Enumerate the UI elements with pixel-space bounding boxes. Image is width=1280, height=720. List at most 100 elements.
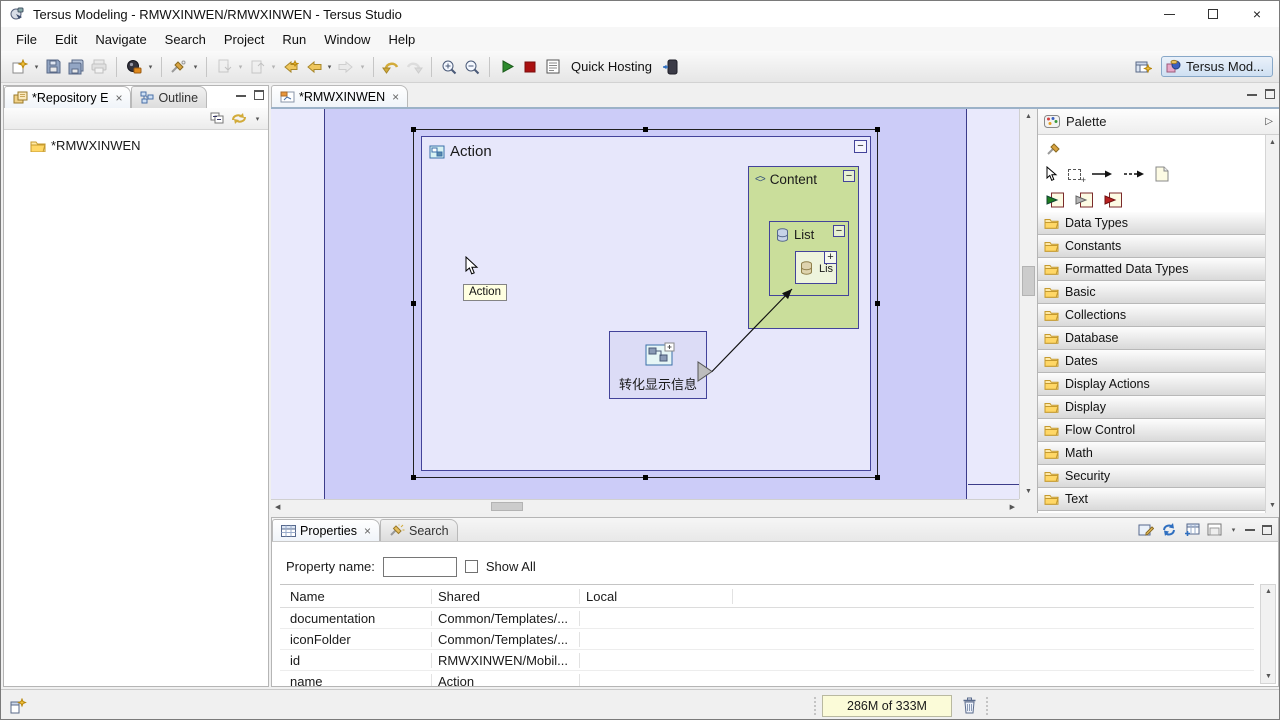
forward-dropdown[interactable]: ▾ (358, 63, 367, 71)
tree-item-rmwxinwen[interactable]: *RMWXINWEN (4, 136, 268, 154)
new-wizard-dropdown[interactable]: ▾ (32, 63, 41, 71)
palette-category-math[interactable]: Math (1038, 442, 1266, 465)
undo-button[interactable] (380, 55, 402, 79)
grip-handle[interactable] (813, 696, 817, 716)
launch-web-server-dropdown[interactable]: ▾ (146, 63, 155, 71)
tab-editor-rmwxinwen[interactable]: *RMWXINWEN × (271, 85, 408, 107)
pin-editor-button[interactable] (1138, 523, 1154, 537)
list-item-element[interactable]: Lis + (795, 251, 837, 284)
left-panel-minimize-button[interactable] (236, 94, 246, 97)
selection-handle[interactable] (411, 301, 416, 306)
add-property-button[interactable] (1184, 523, 1200, 537)
palette-category-security[interactable]: Security (1038, 465, 1266, 488)
open-perspective-button[interactable] (1133, 54, 1155, 78)
refresh-button[interactable] (1161, 522, 1177, 537)
palette-pin-icon[interactable]: ▷ (1265, 116, 1273, 127)
palette-category-dates[interactable]: Dates (1038, 350, 1266, 373)
close-button[interactable]: × (1235, 1, 1279, 27)
show-advanced-button[interactable] (1207, 523, 1222, 536)
palette-scroll-up-icon[interactable]: ▲ (1269, 139, 1276, 146)
back-button[interactable] (302, 55, 324, 79)
palette-category-data-types[interactable]: Data Types (1038, 212, 1266, 235)
run-garbage-collector-button[interactable] (962, 697, 977, 714)
properties-menu-button[interactable]: ▾ (1229, 526, 1238, 534)
tab-search[interactable]: Search (380, 519, 458, 541)
selection-handle[interactable] (411, 127, 416, 132)
palette-category-formatted-data-types[interactable]: Formatted Data Types (1038, 258, 1266, 281)
tab-repository-explorer[interactable]: *Repository E × (4, 86, 131, 108)
collapse-all-button[interactable] (210, 112, 225, 125)
quick-hosting-button[interactable]: Quick Hosting (565, 59, 658, 74)
scroll-up-icon[interactable]: ▲ (1025, 113, 1032, 120)
zoom-in-button[interactable] (438, 55, 460, 79)
previous-annotation-button[interactable] (246, 55, 268, 79)
console-button[interactable] (542, 55, 564, 79)
palette-category-display[interactable]: Display (1038, 396, 1266, 419)
launch-web-server-button[interactable] (123, 55, 145, 79)
menu-file[interactable]: File (7, 29, 46, 50)
transform-element[interactable]: 转化显示信息 (609, 331, 707, 399)
table-row[interactable]: id RMWXINWEN/Mobil... (280, 650, 1254, 671)
zoom-out-button[interactable] (461, 55, 483, 79)
trigger-gray-tool[interactable] (1075, 192, 1094, 208)
horizontal-scroll-thumb[interactable] (491, 502, 523, 511)
selection-handle[interactable] (875, 301, 880, 306)
palette-scrollbar[interactable]: ▲ ▼ (1265, 135, 1279, 513)
redo-button[interactable] (403, 55, 425, 79)
palette-header[interactable]: Palette ▷ (1038, 109, 1279, 135)
fast-view-icon[interactable] (9, 698, 27, 714)
back-dropdown[interactable]: ▾ (325, 63, 334, 71)
scroll-down-icon[interactable]: ▼ (1025, 488, 1032, 495)
palette-category-database[interactable]: Database (1038, 327, 1266, 350)
maximize-button[interactable] (1191, 1, 1235, 27)
canvas-horizontal-scrollbar[interactable]: ◀ ▶ (271, 499, 1019, 513)
forward-button[interactable] (335, 55, 357, 79)
canvas-vertical-scrollbar[interactable]: ▲ ▼ (1019, 109, 1037, 499)
palette-category-flow-control[interactable]: Flow Control (1038, 419, 1266, 442)
menu-help[interactable]: Help (379, 29, 424, 50)
content-collapse-button[interactable]: − (843, 170, 855, 182)
print-button[interactable] (88, 55, 110, 79)
palette-category-collections[interactable]: Collections (1038, 304, 1266, 327)
left-panel-maximize-button[interactable] (254, 90, 264, 100)
vertical-scroll-thumb[interactable] (1022, 266, 1035, 296)
scroll-right-icon[interactable]: ▶ (1010, 503, 1015, 511)
run-button[interactable] (496, 55, 518, 79)
palette-category-display-actions[interactable]: Display Actions (1038, 373, 1266, 396)
new-wizard-button[interactable] (9, 55, 31, 79)
left-panel-menu-button[interactable]: ▾ (253, 115, 262, 123)
tab-properties[interactable]: Properties × (272, 519, 380, 541)
table-row[interactable]: documentation Common/Templates/... (280, 608, 1254, 629)
search-brush-dropdown[interactable]: ▾ (191, 63, 200, 71)
table-row[interactable]: iconFolder Common/Templates/... (280, 629, 1254, 650)
editor-maximize-button[interactable] (1265, 89, 1275, 99)
diagram-canvas[interactable]: Action − <> Content − (271, 109, 1019, 499)
palette-category-text[interactable]: Text (1038, 488, 1266, 511)
menu-run[interactable]: Run (273, 29, 315, 50)
note-tool[interactable] (1155, 166, 1169, 182)
show-all-checkbox[interactable] (465, 560, 478, 573)
stop-button[interactable] (519, 55, 541, 79)
palette-category-constants[interactable]: Constants (1038, 235, 1266, 258)
exit-hosting-button[interactable] (659, 55, 681, 79)
next-annotation-dropdown[interactable]: ▾ (236, 63, 245, 71)
trigger-green-tool[interactable] (1046, 192, 1065, 208)
properties-maximize-button[interactable] (1262, 525, 1272, 535)
minimize-button[interactable] (1147, 1, 1191, 27)
palette-category-basic[interactable]: Basic (1038, 281, 1266, 304)
properties-minimize-button[interactable] (1245, 528, 1255, 531)
search-brush-button[interactable] (168, 55, 190, 79)
selection-handle[interactable] (411, 475, 416, 480)
selection-handle[interactable] (875, 475, 880, 480)
link-with-editor-button[interactable] (231, 112, 247, 125)
select-tool[interactable] (1046, 166, 1058, 182)
scroll-left-icon[interactable]: ◀ (275, 503, 280, 511)
dashed-arrow-tool[interactable] (1123, 169, 1145, 179)
tab-repository-close[interactable]: × (115, 91, 122, 105)
properties-scroll-down-icon[interactable]: ▼ (1265, 673, 1272, 680)
properties-scrollbar[interactable]: ▲ ▼ (1260, 584, 1276, 684)
tab-properties-close[interactable]: × (364, 524, 371, 538)
tab-outline[interactable]: Outline (131, 86, 207, 108)
editor-tab-close[interactable]: × (392, 90, 399, 104)
menu-navigate[interactable]: Navigate (86, 29, 155, 50)
